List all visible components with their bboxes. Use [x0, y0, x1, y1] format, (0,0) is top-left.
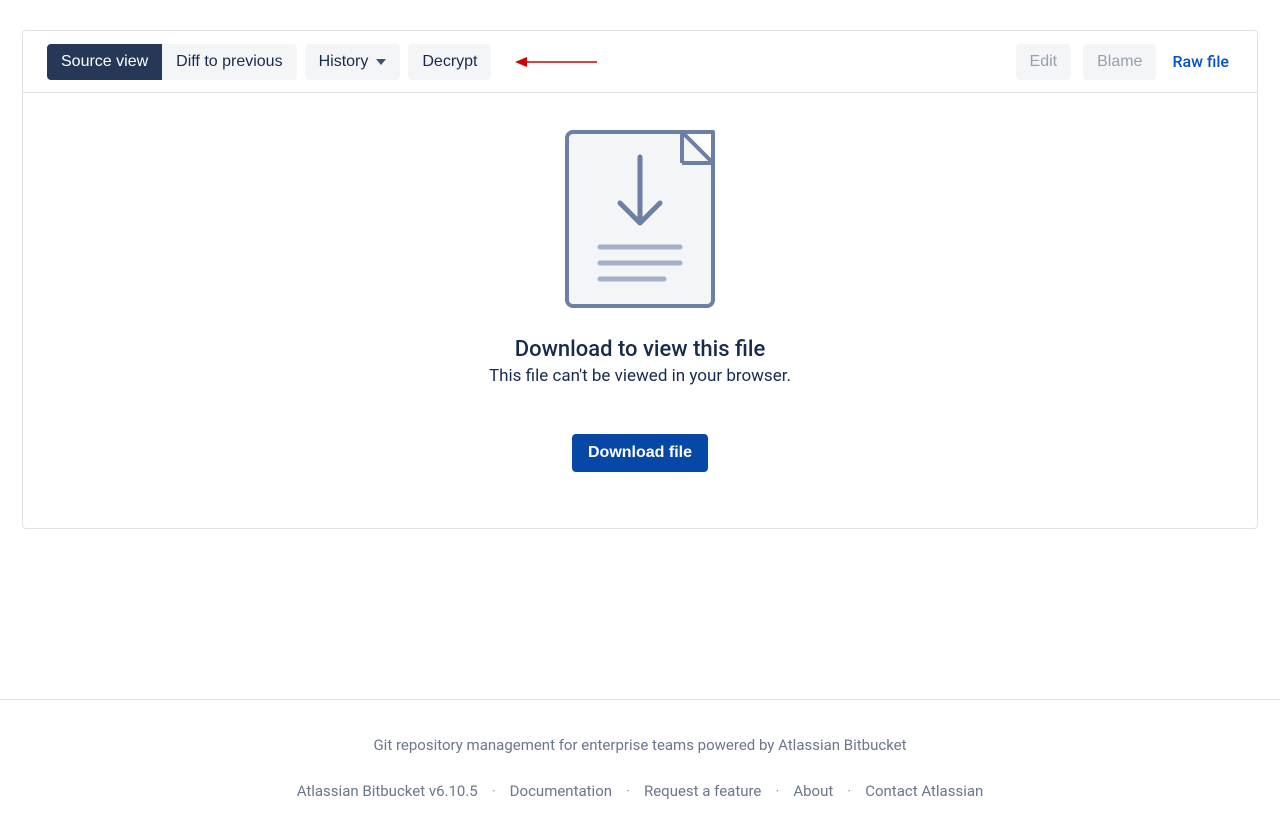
toolbar-left: Source view Diff to previous History Dec…	[47, 44, 599, 80]
footer-links: Atlassian Bitbucket v6.10.5 · Documentat…	[0, 782, 1280, 800]
toolbar-right: Edit Blame Raw file	[1016, 43, 1233, 80]
page-footer: Git repository management for enterprise…	[0, 699, 1280, 800]
footer-contact-link[interactable]: Contact Atlassian	[865, 782, 983, 800]
edit-button[interactable]: Edit	[1016, 44, 1072, 80]
file-download-icon	[564, 129, 716, 313]
download-file-button[interactable]: Download file	[572, 434, 708, 472]
footer-documentation-link[interactable]: Documentation	[510, 782, 612, 800]
raw-file-link[interactable]: Raw file	[1168, 43, 1233, 80]
footer-tagline: Git repository management for enterprise…	[0, 736, 1280, 754]
view-toggle-group: Source view Diff to previous	[47, 44, 297, 80]
file-empty-state: Download to view this file This file can…	[23, 93, 1257, 528]
footer-about-link[interactable]: About	[793, 782, 833, 800]
blame-button[interactable]: Blame	[1083, 44, 1156, 80]
history-label: History	[319, 53, 369, 71]
file-toolbar: Source view Diff to previous History Dec…	[23, 31, 1257, 93]
empty-state-title: Download to view this file	[515, 337, 766, 362]
chevron-down-icon	[376, 59, 386, 65]
footer-request-feature-link[interactable]: Request a feature	[644, 782, 761, 800]
source-view-tab[interactable]: Source view	[47, 44, 162, 80]
decrypt-button[interactable]: Decrypt	[408, 44, 491, 80]
empty-state-subtitle: This file can't be viewed in your browse…	[489, 366, 791, 386]
diff-to-previous-tab[interactable]: Diff to previous	[162, 44, 296, 80]
annotation-arrow	[515, 55, 599, 69]
file-panel: Source view Diff to previous History Dec…	[22, 30, 1258, 529]
footer-version: Atlassian Bitbucket v6.10.5	[297, 782, 478, 800]
history-dropdown[interactable]: History	[305, 44, 401, 80]
